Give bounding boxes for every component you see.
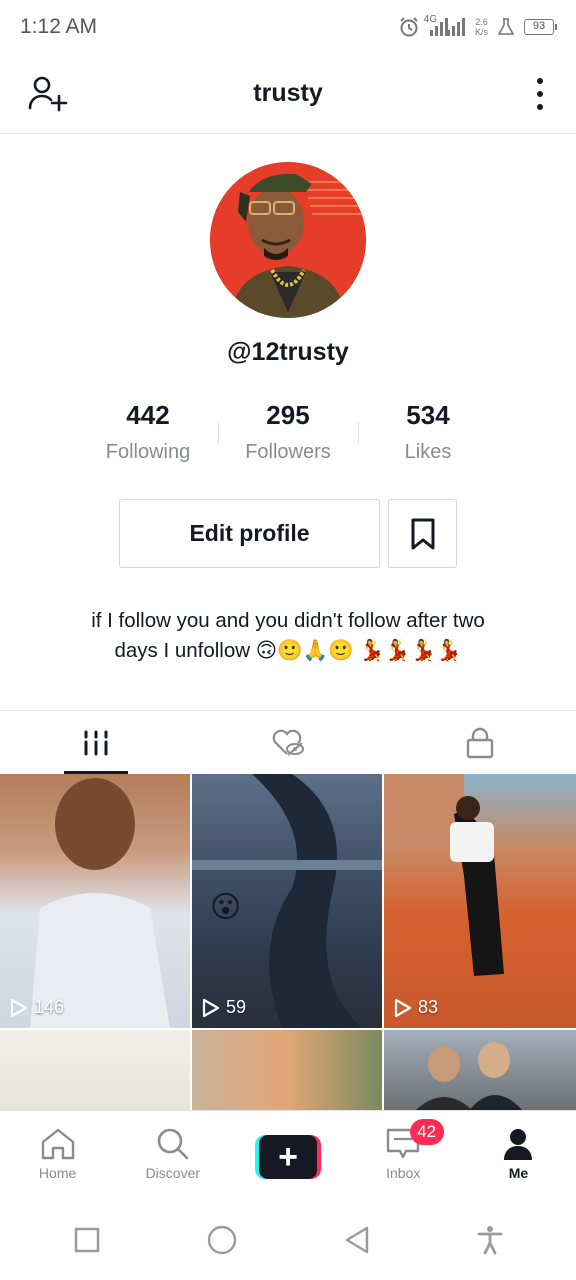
- username: @12trusty: [227, 338, 349, 366]
- view-count: 146: [10, 997, 64, 1018]
- play-icon: [10, 998, 28, 1017]
- play-icon: [394, 998, 412, 1017]
- profile-bio: if I follow you and you didn't follow af…: [40, 606, 536, 666]
- nav-inbox[interactable]: 42 Inbox: [346, 1111, 461, 1200]
- nav-label: Me: [508, 1165, 529, 1181]
- edit-profile-button[interactable]: Edit profile: [119, 499, 380, 568]
- status-icons: 4G 2.6 K/s 93: [398, 13, 557, 38]
- nav-create[interactable]: +: [230, 1111, 345, 1200]
- more-vertical-icon[interactable]: [534, 78, 546, 110]
- tab-videos[interactable]: [0, 711, 192, 774]
- bio-line: if I follow you and you didn't follow af…: [91, 609, 485, 632]
- nav-label: Discover: [145, 1165, 201, 1181]
- profile-icon: [504, 1129, 533, 1160]
- system-nav-bar: [0, 1200, 576, 1280]
- home-icon: [41, 1128, 74, 1160]
- avatar-illustration: [210, 162, 366, 318]
- profile-header: trusty: [0, 54, 576, 134]
- stat-value: 534: [406, 400, 450, 430]
- video-thumbnail[interactable]: 83: [384, 774, 576, 1028]
- alarm-icon: [399, 17, 418, 37]
- stat-label: Followers: [245, 441, 331, 463]
- nav-label: Home: [38, 1165, 77, 1181]
- stat-likes[interactable]: 534 Likes: [358, 400, 498, 464]
- video-thumbnail[interactable]: 146: [0, 774, 190, 1028]
- thumbnail-image: [384, 774, 504, 976]
- view-count: 59: [202, 997, 246, 1018]
- thumbnail-image: [416, 1042, 523, 1110]
- home-circle-icon[interactable]: [206, 1224, 238, 1256]
- nav-label: Inbox: [386, 1165, 421, 1181]
- lab-icon: [498, 18, 514, 35]
- stat-value: 442: [126, 400, 170, 430]
- avatar[interactable]: [210, 162, 366, 318]
- stat-following[interactable]: 442 Following: [78, 400, 218, 464]
- video-thumbnail[interactable]: [0, 1030, 190, 1110]
- bottom-nav: Home Discover + 42 Inbox Me: [0, 1110, 576, 1200]
- liked-hidden-icon: [272, 729, 304, 756]
- tab-liked[interactable]: [192, 711, 384, 774]
- stat-label: Following: [105, 441, 191, 463]
- accessibility-icon[interactable]: [476, 1225, 504, 1255]
- battery-icon: 93: [524, 19, 557, 35]
- stat-label: Likes: [404, 441, 452, 463]
- favorites-button[interactable]: [388, 499, 457, 568]
- status-bar: 1:12 AM 4G 2.6 K/s 93: [0, 0, 576, 54]
- network-type: 4G: [423, 13, 437, 25]
- plus-icon: +: [259, 1135, 317, 1179]
- tab-private[interactable]: [384, 711, 576, 774]
- stat-followers[interactable]: 295 Followers: [218, 400, 358, 464]
- page-title: trusty: [253, 79, 323, 107]
- back-icon[interactable]: [343, 1225, 371, 1255]
- profile-stats: 442 Following 295 Followers 534 Likes: [78, 400, 498, 464]
- video-thumbnail[interactable]: 😮 59: [192, 774, 382, 1028]
- add-user-icon[interactable]: [26, 74, 68, 114]
- view-count: 83: [394, 997, 438, 1018]
- nav-home[interactable]: Home: [0, 1111, 115, 1200]
- search-icon: [157, 1128, 189, 1160]
- recents-icon[interactable]: [73, 1226, 101, 1254]
- surprised-sticker: 😮: [210, 891, 242, 924]
- bookmark-icon: [411, 518, 434, 549]
- bio-line: days I unfollow 🙃🙂🙏🙂 💃💃💃💃: [114, 639, 462, 662]
- play-icon: [202, 998, 220, 1017]
- grid-icon: [84, 730, 108, 755]
- video-thumbnail[interactable]: [192, 1030, 382, 1110]
- network-speed: 2.6 K/s: [474, 17, 488, 37]
- stat-value: 295: [266, 400, 310, 430]
- status-time: 1:12 AM: [20, 15, 98, 38]
- signal-icon-2: [446, 18, 465, 36]
- profile-tabs: [0, 710, 576, 774]
- nav-discover[interactable]: Discover: [115, 1111, 230, 1200]
- lock-icon: [466, 727, 494, 758]
- video-thumbnail[interactable]: [384, 1030, 576, 1110]
- thumbnail-image: [30, 778, 170, 1028]
- inbox-badge: 42: [409, 1119, 444, 1145]
- video-grid: 146 😮 59 83: [0, 774, 576, 1110]
- create-button[interactable]: +: [255, 1135, 321, 1179]
- nav-me[interactable]: Me: [461, 1111, 576, 1200]
